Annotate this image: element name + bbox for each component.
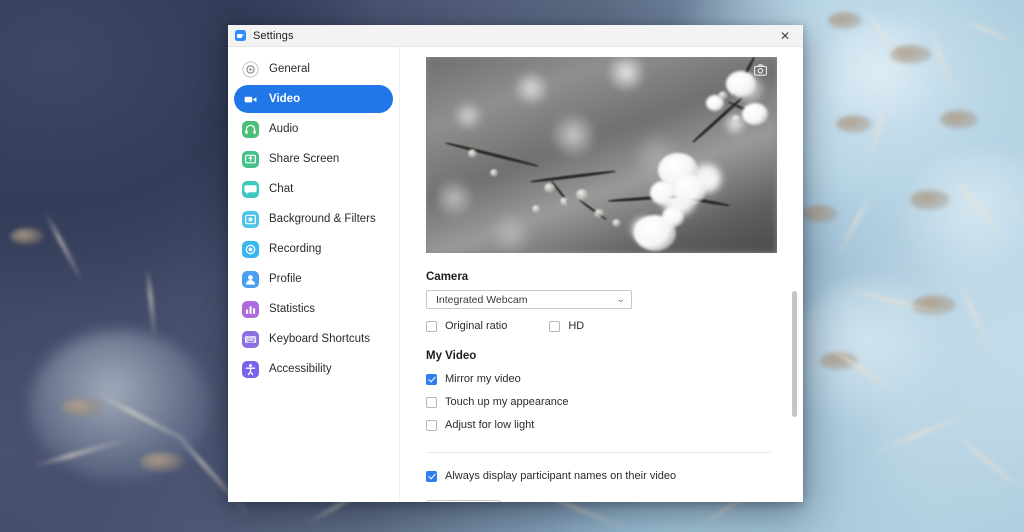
sidebar-item-profile[interactable]: Profile <box>234 265 393 293</box>
wallpaper-decor <box>940 110 978 129</box>
settings-window: Settings ✕ General Video Audio Share Scr… <box>228 25 803 502</box>
camera-snapshot-icon[interactable] <box>754 64 767 76</box>
sidebar-item-statistics[interactable]: Statistics <box>234 295 393 323</box>
camera-heading: Camera <box>426 271 781 283</box>
wallpaper-decor <box>890 45 932 64</box>
sidebar-item-label: Statistics <box>269 303 315 315</box>
camera-device-value: Integrated Webcam <box>436 294 527 306</box>
wallpaper-decor <box>910 190 950 210</box>
checkbox-unchecked-icon[interactable] <box>426 420 437 431</box>
checkbox-hd[interactable]: HD <box>549 320 584 332</box>
checkbox-always-display-participant-names-on-their-video[interactable]: Always display participant names on thei… <box>426 470 781 482</box>
checkbox-original-ratio[interactable]: Original ratio <box>426 320 507 332</box>
camera-options-row: Original ratio HD <box>426 320 781 332</box>
my-video-heading: My Video <box>426 350 781 362</box>
bar-chart-icon <box>242 301 259 318</box>
zoom-app-icon <box>235 30 246 41</box>
camera-device-select[interactable]: Integrated Webcam ⌄ <box>426 290 632 309</box>
close-icon[interactable]: ✕ <box>767 25 803 47</box>
settings-sidebar: General Video Audio Share Screen Chat Ba… <box>228 47 400 502</box>
checkbox-checked-icon[interactable] <box>426 374 437 385</box>
wallpaper-decor <box>10 228 44 245</box>
section-divider <box>426 452 771 453</box>
sidebar-item-audio[interactable]: Audio <box>234 115 393 143</box>
checkbox-checked-icon[interactable] <box>426 471 437 482</box>
video-camera-icon <box>242 91 259 108</box>
checkbox-adjust-for-low-light[interactable]: Adjust for low light <box>426 419 781 431</box>
participant-options: Always display participant names on thei… <box>426 470 781 482</box>
keyboard-icon <box>242 331 259 348</box>
checkbox-label: HD <box>568 320 584 332</box>
sidebar-item-background-filters[interactable]: Background & Filters <box>234 205 393 233</box>
wallpaper-decor <box>828 12 862 29</box>
sidebar-item-label: Accessibility <box>269 363 332 375</box>
chat-bubble-icon <box>242 181 259 198</box>
accessibility-icon <box>242 361 259 378</box>
chevron-down-icon: ⌄ <box>617 295 626 304</box>
checkbox-label: Always display participant names on thei… <box>445 470 676 482</box>
sidebar-item-label: Share Screen <box>269 153 339 165</box>
my-video-options: Mirror my video Touch up my appearance Adj… <box>426 373 781 431</box>
record-circle-icon <box>242 241 259 258</box>
checkbox-label: Touch up my appearance <box>445 396 569 408</box>
gear-icon <box>242 61 259 78</box>
checkbox-label: Adjust for low light <box>445 419 534 431</box>
window-titlebar: Settings ✕ <box>228 25 803 47</box>
sidebar-item-accessibility[interactable]: Accessibility <box>234 355 393 383</box>
main-scrollbar-thumb[interactable] <box>792 291 797 417</box>
advanced-button[interactable]: Advanced <box>426 500 501 502</box>
sidebar-item-general[interactable]: General <box>234 55 393 83</box>
sidebar-item-label: Chat <box>269 183 293 195</box>
settings-main-pane: Camera Integrated Webcam ⌄ Original rati… <box>400 47 803 502</box>
checkbox-label: Original ratio <box>445 320 507 332</box>
wallpaper-decor <box>836 115 872 133</box>
sidebar-item-keyboard-shortcuts[interactable]: Keyboard Shortcuts <box>234 325 393 353</box>
checkbox-unchecked-icon[interactable] <box>426 321 437 332</box>
checkbox-unchecked-icon[interactable] <box>426 397 437 408</box>
checkbox-touch-up-my-appearance[interactable]: Touch up my appearance <box>426 396 781 408</box>
wallpaper-decor <box>802 205 838 223</box>
desktop-background: Settings ✕ General Video Audio Share Scr… <box>0 0 1024 532</box>
sidebar-item-label: General <box>269 63 310 75</box>
sidebar-item-label: Audio <box>269 123 298 135</box>
sidebar-item-share-screen[interactable]: Share Screen <box>234 145 393 173</box>
video-preview[interactable] <box>426 57 777 253</box>
main-scrollbar-track[interactable] <box>791 47 798 502</box>
wallpaper-decor <box>140 452 184 472</box>
video-preview-image <box>426 57 777 253</box>
sidebar-item-video[interactable]: Video <box>234 85 393 113</box>
window-body: General Video Audio Share Screen Chat Ba… <box>228 47 803 502</box>
sidebar-item-chat[interactable]: Chat <box>234 175 393 203</box>
checkbox-label: Mirror my video <box>445 373 521 385</box>
sidebar-item-label: Video <box>269 93 300 105</box>
checkbox-mirror-my-video[interactable]: Mirror my video <box>426 373 781 385</box>
headphones-icon <box>242 121 259 138</box>
sidebar-item-label: Profile <box>269 273 302 285</box>
wallpaper-decor <box>62 398 102 417</box>
checkbox-unchecked-icon[interactable] <box>549 321 560 332</box>
sidebar-item-label: Keyboard Shortcuts <box>269 333 370 345</box>
window-title: Settings <box>253 30 294 42</box>
sidebar-item-label: Recording <box>269 243 321 255</box>
person-icon <box>242 271 259 288</box>
sidebar-item-label: Background & Filters <box>269 213 376 225</box>
sidebar-item-recording[interactable]: Recording <box>234 235 393 263</box>
background-filters-icon <box>242 211 259 228</box>
share-screen-icon <box>242 151 259 168</box>
